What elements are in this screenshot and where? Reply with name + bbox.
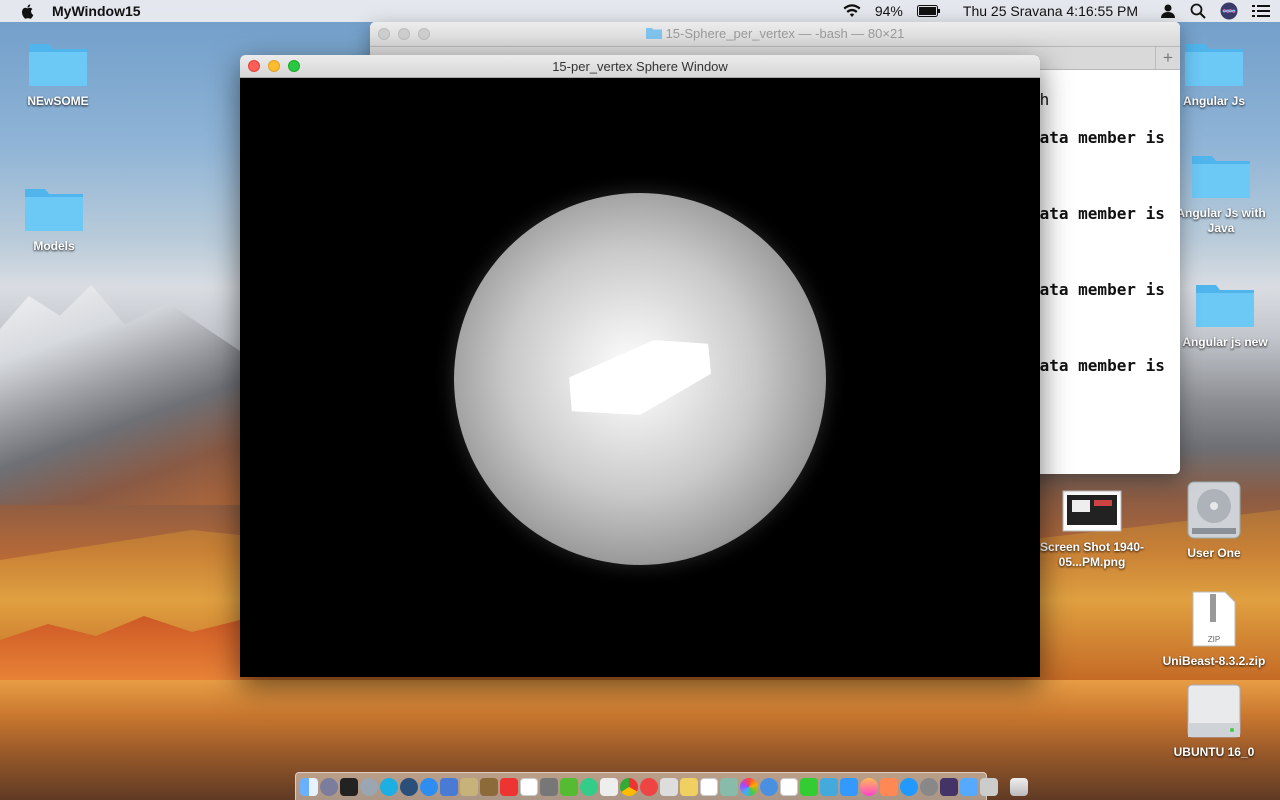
launchpad-icon[interactable] — [320, 777, 338, 796]
wifi-icon[interactable] — [843, 4, 861, 18]
desktop-icon-label: Screen Shot 1940-05...PM.png — [1039, 540, 1145, 569]
app-icon[interactable] — [600, 777, 618, 796]
folder-icon — [1192, 156, 1250, 198]
rocket-icon[interactable] — [360, 777, 378, 796]
sphere-window-titlebar[interactable]: 15-per_vertex Sphere Window — [240, 55, 1040, 78]
app-icon[interactable] — [760, 777, 778, 796]
desktop-icon-label: User One — [1187, 546, 1241, 560]
opengl-canvas[interactable] — [240, 78, 1040, 677]
terminal-line: data member is — [1030, 356, 1165, 375]
apple-icon[interactable] — [20, 3, 36, 19]
desktop-file-screenshot[interactable]: Screen Shot 1940-05...PM.png — [1037, 490, 1147, 570]
desktop-icon-label: Angular Js with Java — [1176, 206, 1266, 235]
image-file-icon — [1062, 490, 1122, 532]
desktop-folder-models[interactable]: Models — [0, 183, 109, 254]
app-icon[interactable] — [780, 777, 798, 796]
folder-icon — [25, 189, 83, 231]
app-icon[interactable] — [940, 777, 958, 796]
app-icon[interactable] — [460, 777, 478, 796]
folder-icon — [645, 28, 662, 39]
menu-clock[interactable]: Thu 25 Sravana 4:16:55 PM — [963, 3, 1138, 19]
new-tab-button[interactable]: + — [1155, 47, 1180, 69]
folder-icon — [1185, 44, 1243, 86]
desktop-icon-label: Angular js new — [1182, 335, 1268, 349]
app-icon[interactable] — [480, 777, 498, 796]
desktop-icon-label: UniBeast-8.3.2.zip — [1162, 654, 1266, 668]
photos-icon[interactable] — [740, 777, 758, 796]
menu-extras: 94% Thu 25 Sravana 4:16:55 PM — [843, 0, 1270, 22]
active-app-name[interactable]: MyWindow15 — [52, 3, 141, 19]
app-icon[interactable] — [720, 777, 738, 796]
facetime-icon[interactable] — [800, 777, 818, 796]
desktop-drive-ubuntu[interactable]: UBUNTU 16_0 — [1159, 683, 1269, 760]
app-icon[interactable] — [960, 777, 978, 796]
desktop-folder-angular-js-java[interactable]: Angular Js with Java — [1166, 150, 1276, 236]
desktop-drive-user-one[interactable]: User One — [1159, 480, 1269, 561]
terminal-line: data member is — [1030, 204, 1165, 223]
menu-list-icon[interactable] — [1252, 4, 1270, 18]
hard-drive-icon — [1187, 481, 1241, 539]
external-drive-icon — [1187, 684, 1241, 738]
app-icon[interactable] — [540, 777, 558, 796]
skype-icon[interactable] — [380, 777, 398, 796]
app-icon[interactable] — [840, 777, 858, 796]
desktop-icon-label: UBUNTU 16_0 — [1173, 745, 1255, 759]
finder-icon[interactable] — [300, 777, 318, 796]
menu-bar: MyWindow15 94% Thu 25 Sravana 4:16:55 PM — [0, 0, 1280, 22]
terminal-icon[interactable] — [340, 777, 358, 796]
wallpaper-mountain — [0, 285, 240, 505]
calendar-icon[interactable] — [520, 777, 538, 796]
siri-icon[interactable] — [1220, 2, 1238, 20]
desktop-icon-label: Models — [33, 239, 75, 253]
battery-icon[interactable] — [916, 5, 941, 17]
desktop-icon-label: NEwSOME — [27, 94, 89, 108]
dock — [295, 772, 1028, 800]
battery-percentage[interactable]: 94% — [875, 3, 903, 19]
quicktime-icon[interactable] — [400, 777, 418, 796]
terminal-line: sh — [1030, 90, 1180, 128]
app-icon[interactable] — [640, 777, 658, 796]
messages-icon[interactable] — [820, 777, 838, 796]
zip-file-icon: ZIP — [1192, 591, 1236, 647]
app-icon[interactable] — [880, 777, 898, 796]
safari-icon[interactable] — [420, 777, 438, 796]
user-icon[interactable] — [1160, 3, 1176, 19]
folder-icon — [1196, 285, 1254, 327]
folder-icon — [29, 44, 87, 86]
app-icon[interactable] — [700, 777, 718, 796]
preview-icon[interactable] — [440, 777, 458, 796]
app-icon[interactable] — [980, 777, 998, 796]
sphere-window[interactable]: 15-per_vertex Sphere Window — [240, 55, 1040, 677]
terminal-titlebar[interactable]: 15-Sphere_per_vertex — -bash — 80×21 — [370, 22, 1180, 47]
chrome-icon[interactable] — [620, 777, 638, 796]
svg-text:ZIP: ZIP — [1208, 635, 1220, 644]
itunes-icon[interactable] — [860, 777, 878, 796]
terminal-line: data member is — [1030, 280, 1165, 299]
app-icon[interactable] — [580, 777, 598, 796]
search-icon[interactable] — [1190, 3, 1206, 19]
terminal-title: 15-Sphere_per_vertex — -bash — 80×21 — [370, 26, 1180, 41]
app-store-icon[interactable] — [900, 777, 918, 796]
utorrent-icon[interactable] — [560, 777, 578, 796]
youtube-icon[interactable] — [500, 777, 518, 796]
sphere-window-title: 15-per_vertex Sphere Window — [552, 59, 728, 74]
desktop-folder-angular-js-new[interactable]: Angular js new — [1170, 279, 1280, 350]
app-icon[interactable] — [660, 777, 678, 796]
terminal-line: data member is — [1030, 128, 1165, 147]
desktop-file-unibeast[interactable]: ZIP UniBeast-8.3.2.zip — [1159, 590, 1269, 669]
trash-icon[interactable] — [1010, 777, 1028, 796]
desktop-folder-newsome[interactable]: NEwSOME — [3, 38, 113, 109]
terminal-title-text: 15-Sphere_per_vertex — -bash — 80×21 — [665, 26, 905, 41]
system-preferences-icon[interactable] — [920, 777, 938, 796]
notes-icon[interactable] — [680, 777, 698, 796]
